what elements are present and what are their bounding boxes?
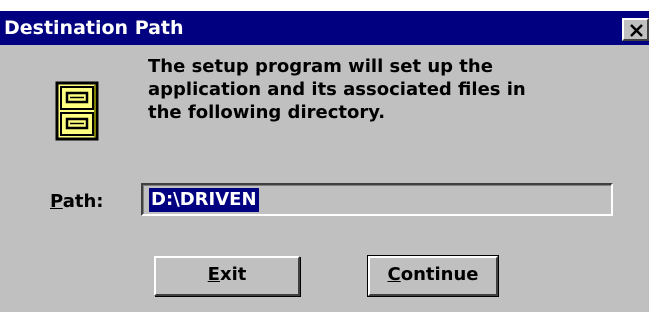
close-button[interactable] xyxy=(622,18,649,41)
message-line: application and its associated files in xyxy=(148,79,526,100)
path-label: Path: xyxy=(50,190,103,214)
exit-button-label: xit xyxy=(219,264,247,285)
message-line: The setup program will set up the xyxy=(148,56,493,77)
continue-button[interactable]: Continue xyxy=(367,255,499,297)
title-bar[interactable]: Destination Path xyxy=(0,11,649,45)
file-cabinet-icon xyxy=(55,81,99,141)
destination-path-dialog: Destination Path The setup program will … xyxy=(0,11,649,312)
window-title: Destination Path xyxy=(4,17,184,39)
setup-message: The setup program will set up the applic… xyxy=(148,55,618,124)
message-line: the following directory. xyxy=(148,102,386,123)
close-icon xyxy=(630,24,643,37)
path-input-value: D:\DRIVEN xyxy=(149,188,259,212)
continue-button-mnemonic: C xyxy=(387,264,401,285)
exit-button[interactable]: Exit xyxy=(154,256,300,296)
path-input[interactable]: D:\DRIVEN xyxy=(141,183,613,216)
continue-button-label: ontinue xyxy=(400,264,479,285)
path-label-mnemonic: P xyxy=(50,191,63,212)
path-label-text: ath: xyxy=(62,191,104,212)
exit-button-mnemonic: E xyxy=(207,264,220,285)
